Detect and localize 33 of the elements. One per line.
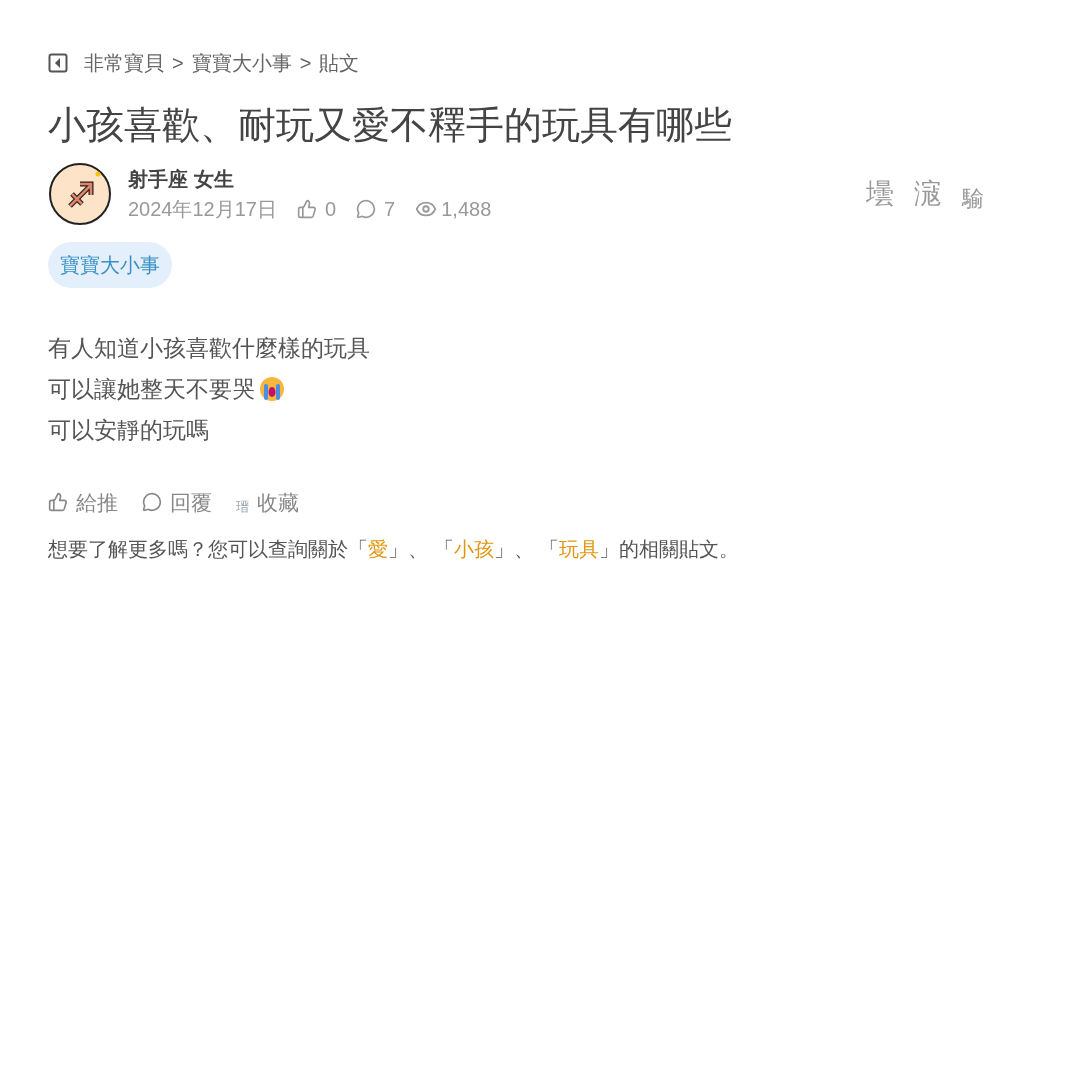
bookmark-glyph: 瑨 — [236, 497, 249, 516]
glyph-text: 壜 — [866, 175, 894, 212]
avatar-icon — [48, 161, 112, 226]
thumbs-up-icon — [48, 492, 68, 513]
reply-button[interactable]: 回覆 — [142, 486, 212, 518]
breadcrumb-link[interactable]: 非常寶貝 — [84, 48, 164, 78]
breadcrumb-link[interactable]: 寶寶大小事 — [191, 48, 292, 78]
keyword-link[interactable]: 愛 — [368, 538, 388, 560]
thumbs-up-icon — [297, 198, 317, 219]
back-icon[interactable] — [48, 53, 68, 73]
like-button[interactable]: 給推 — [48, 486, 118, 518]
speech-bubble-icon — [142, 492, 162, 513]
topic-tag[interactable]: 寶寶大小事 — [48, 241, 172, 288]
related-posts-text: 想要了解更多嗎？您可以查詢關於「愛」、 「小孩」、 「玩具」的相關貼文。 — [48, 537, 741, 562]
breadcrumb-separator: > — [299, 51, 312, 76]
speech-bubble-icon — [356, 198, 377, 219]
post-date: 2024年12月17日 — [128, 196, 277, 222]
post-title: 小孩喜歡、耐玩又愛不釋手的玩具有哪些 — [48, 103, 733, 148]
view-count: 1,488 — [441, 196, 492, 222]
post-text: 可以讓她整天不要哭 — [48, 368, 1032, 410]
keyword-link[interactable]: 玩具 — [559, 538, 600, 560]
breadcrumb-separator: > — [172, 51, 184, 76]
save-button[interactable]: 瑨 收藏 — [236, 486, 299, 518]
glyph-text: 滱 — [914, 175, 942, 212]
keyword-link[interactable]: 小孩 — [453, 538, 494, 560]
breadcrumb-link[interactable]: 貼文 — [319, 48, 360, 78]
post-text: 有人知道小孩喜歡什麼樣的玩具 — [48, 333, 371, 363]
glyph-text: 騟 — [962, 184, 984, 213]
like-count: 0 — [325, 196, 337, 222]
comment-count: 7 — [384, 196, 396, 222]
crying-face-icon — [259, 375, 285, 402]
post-text: 可以安靜的玩嗎 — [48, 415, 210, 445]
author-name[interactable]: 射手座 女生 — [128, 163, 492, 194]
